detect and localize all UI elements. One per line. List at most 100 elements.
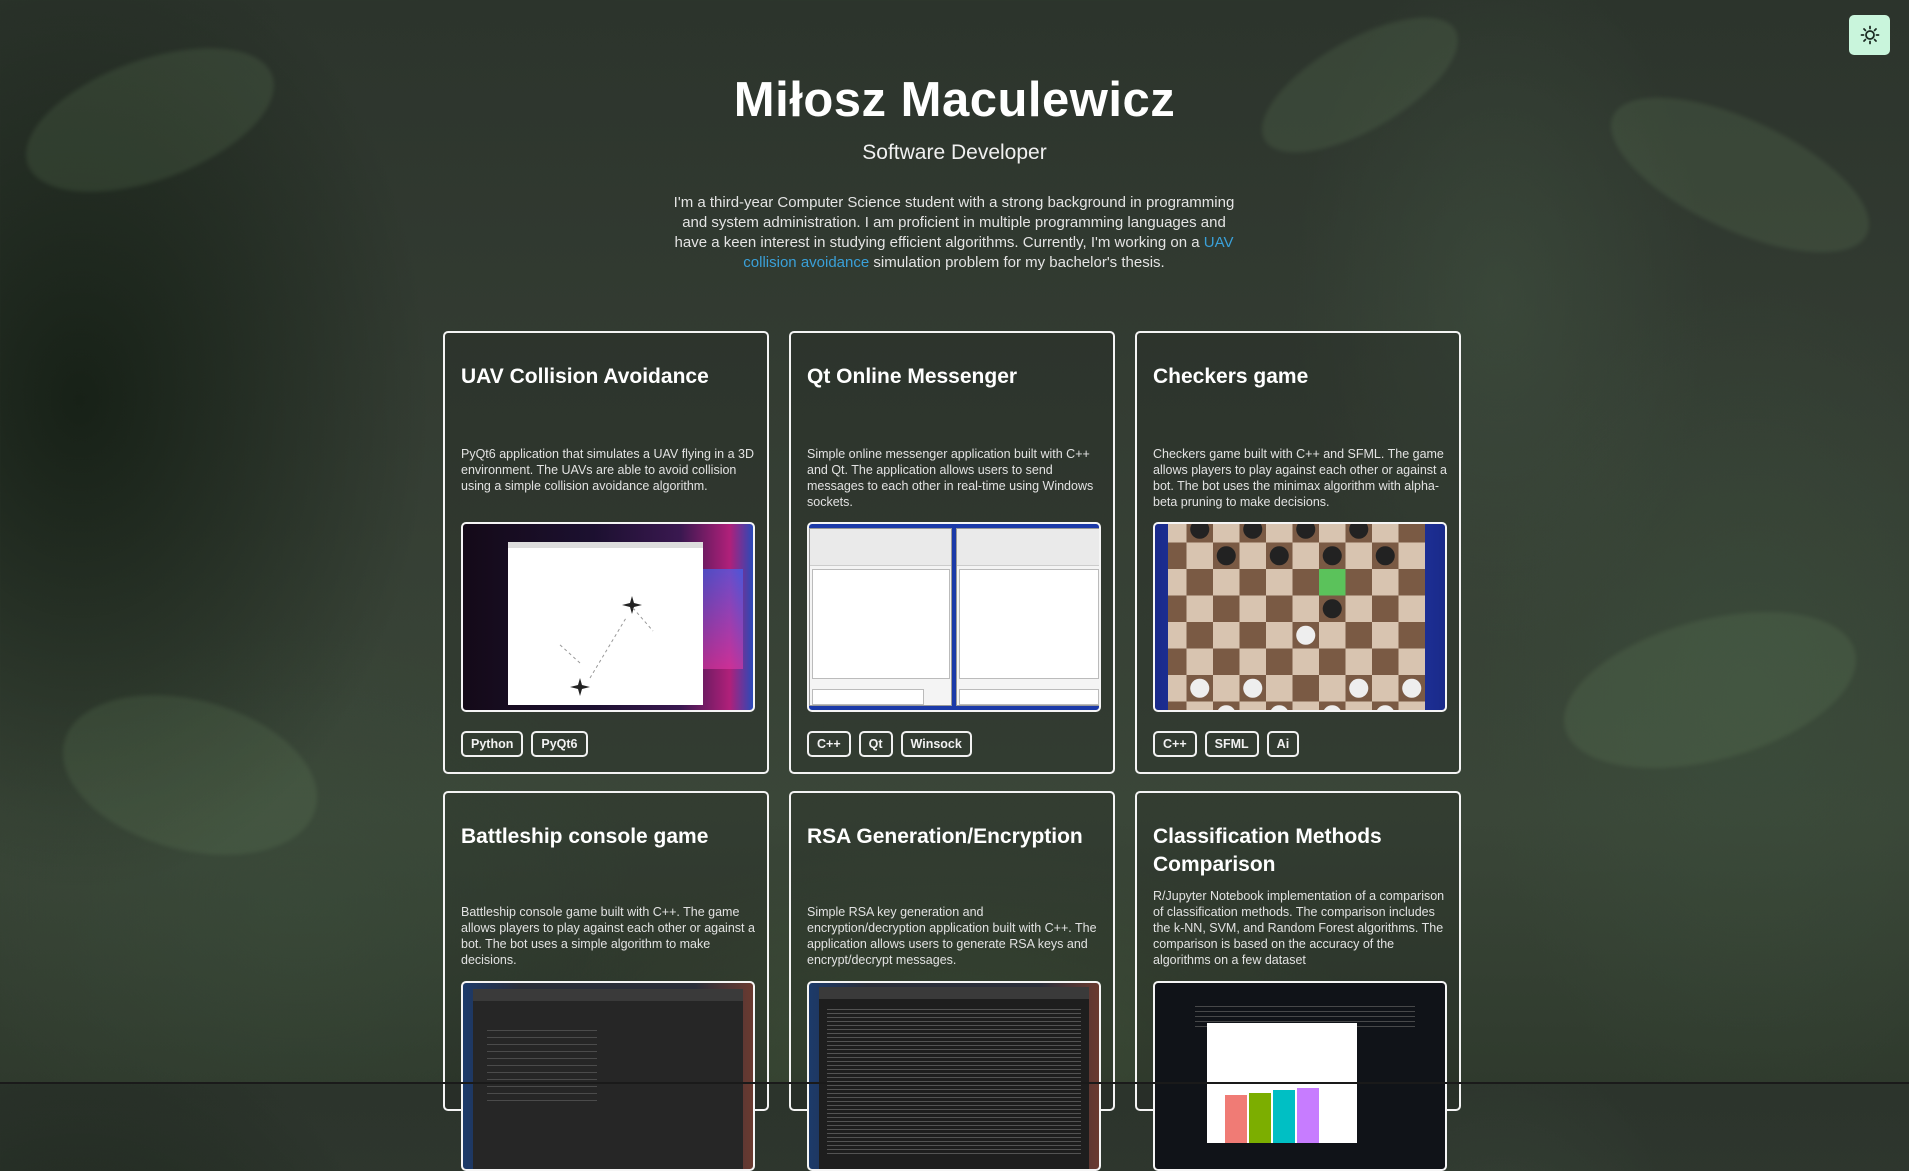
intro-text-end: simulation problem for my bachelor's the…: [869, 254, 1165, 271]
checker-piece: [1243, 678, 1263, 698]
board-square: [1168, 595, 1187, 622]
project-card-classification[interactable]: Classification Methods Comparison R/Jupy…: [1135, 791, 1461, 1171]
tag[interactable]: C++: [1153, 731, 1197, 757]
board-square: [1319, 569, 1346, 596]
checker-piece: [1322, 599, 1342, 619]
app-window: [508, 542, 703, 705]
project-card-checkers[interactable]: Checkers game Checkers game built with C…: [1135, 331, 1461, 774]
board-square: [1266, 595, 1293, 622]
board-square: [1292, 595, 1319, 622]
project-description: PyQt6 application that simulates a UAV f…: [461, 447, 754, 493]
board-square: [1168, 542, 1187, 569]
page-subtitle: Software Developer: [862, 141, 1047, 164]
messenger-screenshot[interactable]: [807, 522, 1101, 712]
board-square: [1168, 701, 1187, 710]
board-square: [1168, 648, 1187, 675]
tag[interactable]: Winsock: [900, 731, 972, 757]
project-title: RSA Generation/Encryption: [807, 825, 1083, 848]
board-square: [1266, 622, 1293, 649]
board-square: [1345, 542, 1372, 569]
project-card-messenger[interactable]: Qt Online Messenger Simple online messen…: [789, 331, 1115, 774]
board-square: [1292, 701, 1319, 710]
board-square: [1186, 701, 1213, 710]
board-square: [1345, 595, 1372, 622]
board-square: [1213, 648, 1240, 675]
board-square: [1266, 569, 1293, 596]
board-square: [1319, 622, 1346, 649]
classification-screenshot[interactable]: [1153, 981, 1447, 1171]
board-square: [1345, 701, 1372, 710]
checkers-screenshot[interactable]: [1153, 522, 1447, 712]
board-square: [1372, 648, 1399, 675]
app-window: [956, 528, 1099, 706]
app-window: [809, 528, 952, 706]
board-square: [1168, 622, 1187, 649]
board-square: [1372, 569, 1399, 596]
rsa-screenshot[interactable]: [807, 981, 1101, 1171]
background-foliage: [45, 668, 335, 882]
board-square: [1168, 569, 1187, 596]
board-square: [1345, 569, 1372, 596]
board-square: [1213, 524, 1240, 543]
checkers-board: [1168, 524, 1425, 710]
sun-icon: [1860, 25, 1879, 45]
checker-piece: [1269, 546, 1289, 566]
board-square: [1319, 524, 1346, 543]
tag[interactable]: Python: [461, 731, 524, 757]
trajectory-lines: [557, 607, 654, 679]
project-description: Battleship console game built with C++. …: [461, 905, 755, 967]
tag[interactable]: C++: [807, 731, 851, 757]
project-title: Qt Online Messenger: [807, 365, 1018, 388]
tag[interactable]: Qt: [858, 731, 893, 757]
tag-list: Python PyQt6: [461, 731, 588, 757]
project-card-rsa[interactable]: RSA Generation/Encryption Simple RSA key…: [789, 791, 1115, 1171]
board-square: [1398, 622, 1425, 649]
intro-paragraph: I'm a third-year Computer Science studen…: [668, 193, 1240, 273]
tag[interactable]: SFML: [1204, 731, 1259, 757]
project-description: Simple online messenger application buil…: [807, 447, 1094, 509]
tag[interactable]: PyQt6: [531, 731, 588, 757]
checker-piece: [1375, 546, 1395, 566]
theme-toggle-button[interactable]: [1849, 15, 1890, 55]
background-foliage: [1546, 583, 1874, 797]
board-square: [1266, 648, 1293, 675]
checker-piece: [1190, 678, 1210, 698]
project-title: Checkers game: [1153, 365, 1309, 388]
board-square: [1186, 648, 1213, 675]
board-square: [1186, 622, 1213, 649]
board-square: [1292, 569, 1319, 596]
board-square: [1239, 542, 1266, 569]
terminal-window: [819, 987, 1089, 1169]
project-description: Checkers game built with C++ and SFML. T…: [1153, 447, 1447, 509]
board-square: [1239, 622, 1266, 649]
board-square: [1319, 648, 1346, 675]
battleship-screenshot[interactable]: [461, 981, 755, 1171]
board-square: [1398, 542, 1425, 569]
board-square: [1345, 622, 1372, 649]
board-square: [1239, 569, 1266, 596]
board-square: [1398, 648, 1425, 675]
board-square: [1345, 648, 1372, 675]
board-square: [1372, 524, 1399, 543]
project-title: UAV Collision Avoidance: [461, 365, 709, 388]
project-description: Simple RSA key generation and encryption…: [807, 905, 1097, 967]
checker-piece: [1322, 546, 1342, 566]
uav-screenshot[interactable]: [461, 522, 755, 712]
board-square: [1398, 569, 1425, 596]
terminal-window: [473, 989, 743, 1169]
board-square: [1213, 675, 1240, 702]
project-title: Battleship console game: [461, 825, 709, 848]
intro-text: I'm a third-year Computer Science studen…: [673, 194, 1235, 251]
board-square: [1186, 595, 1213, 622]
tag-list: C++ SFML Ai: [1153, 731, 1300, 757]
board-square: [1398, 701, 1425, 710]
tag[interactable]: Ai: [1266, 731, 1300, 757]
board-square: [1266, 524, 1293, 543]
project-card-battleship[interactable]: Battleship console game Battleship conso…: [443, 791, 769, 1171]
project-card-uav[interactable]: UAV Collision Avoidance PyQt6 applicatio…: [443, 331, 769, 774]
project-description: R/Jupyter Notebook implementation of a c…: [1153, 889, 1445, 967]
board-square: [1239, 595, 1266, 622]
board-square: [1319, 675, 1346, 702]
checker-piece: [1296, 625, 1316, 645]
tag-list: C++ Qt Winsock: [807, 731, 972, 757]
